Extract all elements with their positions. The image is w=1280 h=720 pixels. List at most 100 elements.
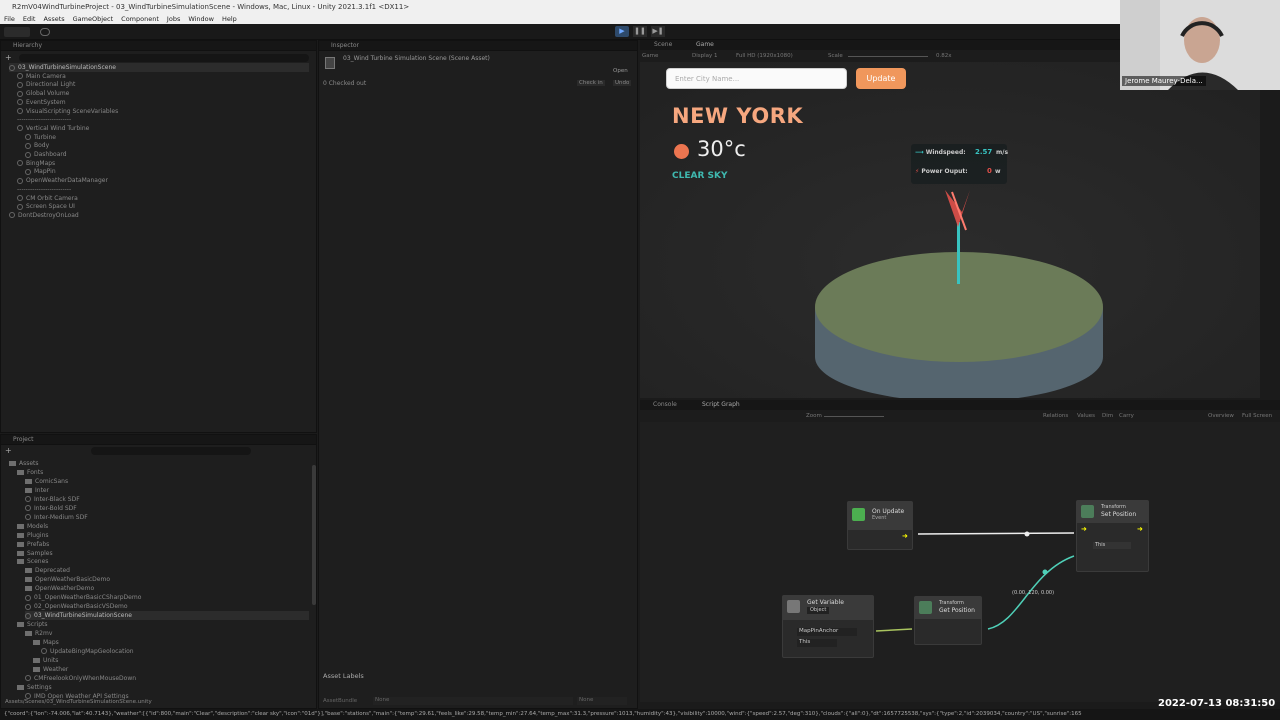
hierarchy-search-input[interactable]: [19, 54, 309, 62]
list-item[interactable]: VisualScripting SceneVariables: [17, 107, 118, 116]
game-mode-select[interactable]: Game: [642, 53, 658, 59]
folder-item[interactable]: R2mv: [25, 629, 52, 638]
folder-item[interactable]: Maps: [33, 638, 59, 647]
list-item[interactable]: Dashboard: [25, 150, 67, 159]
zoom-slider[interactable]: [824, 416, 884, 417]
folder-item[interactable]: Settings: [17, 683, 52, 692]
city-input[interactable]: Enter City Name...: [666, 68, 847, 89]
folder-item[interactable]: Models: [17, 522, 48, 531]
add-button[interactable]: +: [5, 53, 12, 62]
resolution-select[interactable]: Full HD (1920x1080): [736, 53, 793, 59]
list-item[interactable]: 03_WindTurbineSimulationScene: [25, 611, 309, 621]
folder-item[interactable]: Scenes: [17, 557, 48, 566]
script-graph-canvas[interactable]: (0.00, 120, 0.00) On Update Event ➜ Tran…: [640, 422, 1280, 702]
tab-game[interactable]: Game: [696, 41, 714, 48]
hierarchy-tab[interactable]: Hierarchy: [1, 41, 316, 51]
carry-toggle[interactable]: Carry: [1119, 413, 1134, 419]
console-status-line[interactable]: {"coord":{"lon":-74.006,"lat":40.7143},"…: [0, 709, 1280, 720]
menu-item-jobs[interactable]: Jobs: [167, 14, 180, 24]
project-search-input[interactable]: [91, 447, 251, 455]
list-item[interactable]: Screen Space UI: [17, 202, 75, 211]
power-value: 0: [987, 167, 992, 175]
menu-item-assets[interactable]: Assets: [43, 14, 64, 24]
list-item[interactable]: Inter-Medium SDF: [25, 513, 88, 522]
folder-item[interactable]: OpenWeatherDemo: [25, 584, 94, 593]
set-position-this-field[interactable]: This: [1093, 542, 1131, 549]
open-button[interactable]: Open: [613, 68, 628, 74]
play-button[interactable]: ▶: [615, 26, 629, 37]
list-item[interactable]: UpdateBingMapGeolocation: [41, 647, 134, 656]
cloud-icon[interactable]: [40, 28, 50, 36]
folder-item[interactable]: Scripts: [17, 620, 48, 629]
asset-bundle-select[interactable]: None: [373, 697, 573, 705]
list-item[interactable]: Turbine: [25, 133, 56, 142]
variable-this-field[interactable]: This: [797, 639, 837, 647]
account-button[interactable]: [4, 27, 30, 37]
list-item[interactable]: MapPin: [25, 167, 56, 176]
flow-input-port[interactable]: ➜: [1081, 525, 1087, 533]
get-position-node[interactable]: Transform Get Position: [914, 596, 982, 645]
project-tab[interactable]: Project: [1, 435, 316, 445]
relations-toggle[interactable]: Relations: [1043, 413, 1068, 419]
list-item[interactable]: Inter-Black SDF: [25, 495, 80, 504]
get-variable-node[interactable]: Get Variable Object MapPinAnchor This: [782, 595, 874, 658]
on-update-node[interactable]: On Update Event ➜: [847, 501, 913, 550]
tab-scene[interactable]: Scene: [654, 41, 672, 48]
list-item[interactable]: Main Camera: [17, 72, 66, 81]
folder-item[interactable]: ComicSans: [25, 477, 68, 486]
step-button[interactable]: ▶❚: [651, 26, 665, 37]
folder-item[interactable]: Inter: [25, 486, 49, 495]
folder-item[interactable]: Weather: [33, 665, 68, 674]
list-item[interactable]: CMFreelookOnlyWhenMouseDown: [25, 674, 136, 683]
flow-output-port[interactable]: ➜: [1137, 525, 1143, 533]
list-item[interactable]: Body: [25, 141, 49, 150]
folder-item[interactable]: Deprecated: [25, 566, 70, 575]
list-item[interactable]: Global Volume: [17, 89, 69, 98]
menu-item-edit[interactable]: Edit: [23, 14, 36, 24]
variable-name-field[interactable]: MapPinAnchor: [797, 628, 857, 636]
overview-button[interactable]: Overview: [1208, 413, 1234, 419]
menu-item-gameobject[interactable]: GameObject: [73, 14, 114, 24]
project-scrollbar[interactable]: [312, 465, 316, 605]
list-item[interactable]: Vertical Wind Turbine: [17, 124, 89, 133]
add-button[interactable]: +: [5, 446, 12, 455]
list-item[interactable]: OpenWeatherDataManager: [17, 176, 108, 185]
undo-button[interactable]: Undo: [613, 80, 632, 86]
tab-script-graph[interactable]: Script Graph: [702, 401, 740, 408]
flow-output-port[interactable]: ➜: [902, 532, 908, 540]
list-item[interactable]: BingMaps: [17, 159, 55, 168]
menu-item-file[interactable]: File: [4, 14, 15, 24]
inspector-tab[interactable]: Inspector: [319, 41, 637, 51]
scale-slider[interactable]: [848, 56, 928, 57]
folder-item[interactable]: Assets: [9, 459, 39, 468]
gameobject-icon: [25, 496, 31, 503]
folder-item[interactable]: Units: [33, 656, 58, 665]
fullscreen-button[interactable]: Full Screen: [1242, 413, 1272, 419]
list-item[interactable]: CM Orbit Camera: [17, 194, 78, 203]
dim-toggle[interactable]: Dim: [1102, 413, 1113, 419]
menu-item-component[interactable]: Component: [121, 14, 159, 24]
menu-item-window[interactable]: Window: [188, 14, 214, 24]
get-variable-kind[interactable]: Object: [807, 607, 830, 614]
folder-item[interactable]: Fonts: [17, 468, 43, 477]
asset-variant-select[interactable]: None: [577, 697, 627, 705]
set-position-node[interactable]: Transform Set Position ➜ ➜ This: [1076, 500, 1149, 572]
check-in-button[interactable]: Check in: [577, 80, 605, 86]
folder-item[interactable]: Prefabs: [17, 540, 49, 549]
list-item[interactable]: EventSystem: [17, 98, 66, 107]
values-toggle[interactable]: Values: [1077, 413, 1095, 419]
folder-item[interactable]: Samples: [17, 549, 53, 558]
list-item[interactable]: Directional Light: [17, 80, 75, 89]
pause-button[interactable]: ❚❚: [633, 26, 647, 37]
folder-item[interactable]: OpenWeatherBasicDemo: [25, 575, 110, 584]
display-select[interactable]: Display 1: [692, 53, 718, 59]
tab-console[interactable]: Console: [653, 401, 677, 408]
list-item[interactable]: 03_WindTurbineSimulationScene: [9, 63, 309, 72]
list-item[interactable]: 02_OpenWeatherBasicVSDemo: [25, 602, 128, 611]
list-item[interactable]: Inter-Bold SDF: [25, 504, 77, 513]
menu-item-help[interactable]: Help: [222, 14, 237, 24]
list-item[interactable]: DontDestroyOnLoad: [9, 211, 79, 220]
list-item[interactable]: 01_OpenWeatherBasicCSharpDemo: [25, 593, 141, 602]
folder-item[interactable]: Plugins: [17, 531, 49, 540]
update-button[interactable]: Update: [856, 68, 906, 89]
